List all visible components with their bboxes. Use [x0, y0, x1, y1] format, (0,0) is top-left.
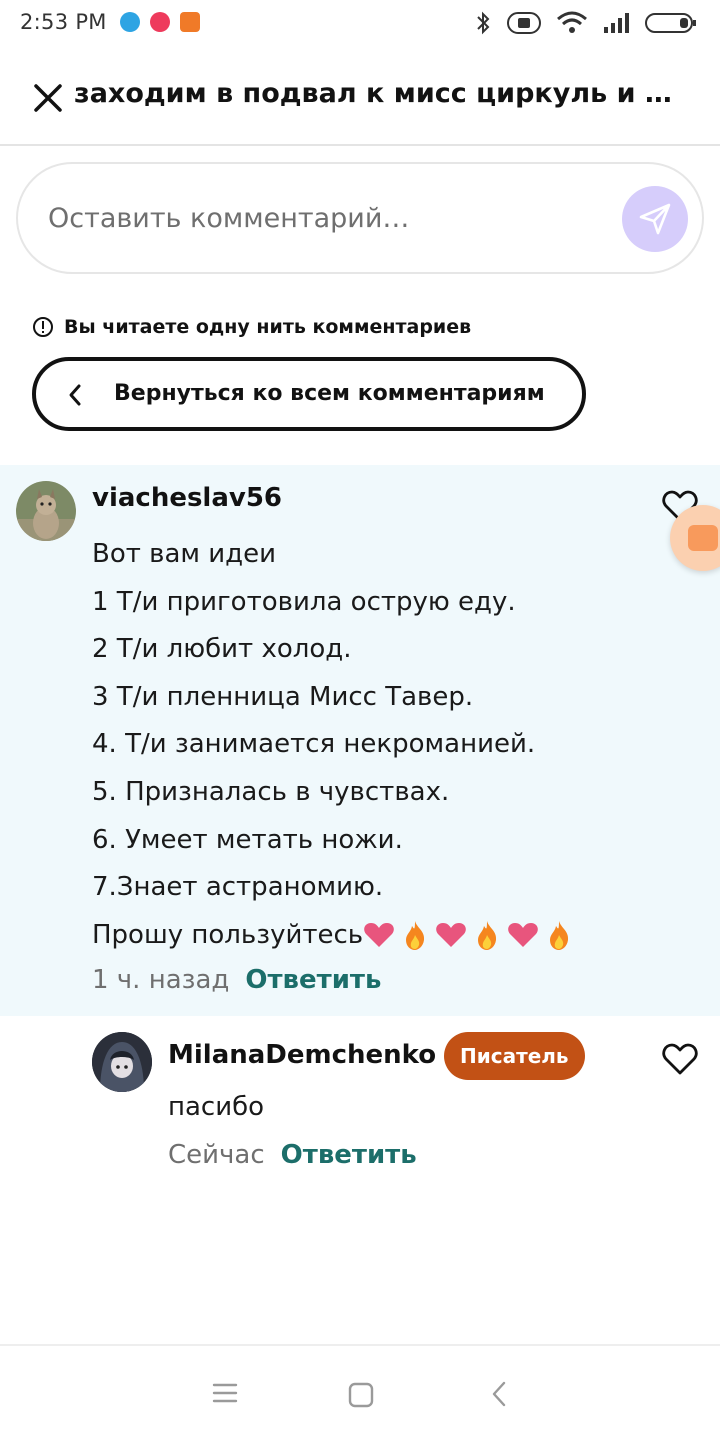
avatar[interactable]: [92, 1032, 152, 1092]
thread-info-text: Вы читаете одну нить комментариев: [64, 316, 472, 338]
emoji-row: [363, 919, 571, 951]
send-button[interactable]: [622, 186, 688, 252]
music-icon: [150, 12, 170, 32]
info-icon: [33, 317, 53, 337]
chevron-left-icon: [69, 384, 81, 406]
comment-meta: 1 ч. назад Ответить: [92, 965, 381, 995]
avatar[interactable]: [16, 481, 76, 541]
send-icon: [639, 203, 671, 235]
header: заходим в подвал к мисс циркуль и п…: [0, 48, 720, 146]
bluetooth-icon: [477, 11, 490, 35]
like-heart-icon[interactable]: [662, 1042, 698, 1076]
comment-line: 4. Т/и занимается некроманией.: [92, 729, 536, 760]
comment-input-box: [16, 162, 704, 274]
reply-time: Сейчас: [168, 1140, 265, 1170]
notification-icons: [120, 12, 200, 32]
main-comment: viacheslav56 Вот вам идеи 1 Т/и приготов…: [0, 465, 720, 1016]
comment-line: 3 Т/и пленница Мисс Тавер.: [92, 681, 474, 712]
close-icon: [34, 84, 62, 112]
status-bar: 2:53 PM: [0, 0, 720, 48]
hooded-figure-avatar-icon: [92, 1032, 152, 1092]
reply-meta: Сейчас Ответить: [168, 1140, 417, 1170]
system-icons: [474, 10, 698, 36]
system-nav-bar: [0, 1344, 720, 1440]
comment-time: 1 ч. назад: [92, 965, 230, 995]
comment-line: 5. Призналась в чувствах.: [92, 776, 450, 807]
comment-line-text: Прошу пользуйтесь: [92, 919, 364, 950]
home-square-icon[interactable]: [348, 1382, 374, 1408]
reply-text: пасибо: [168, 1092, 265, 1122]
writer-badge: Писатель: [444, 1032, 585, 1080]
status-time: 2:53 PM: [20, 10, 107, 34]
reply-button[interactable]: Ответить: [245, 965, 381, 995]
heart-emoji: [508, 923, 538, 948]
back-arrow-icon[interactable]: [488, 1380, 510, 1408]
menu-icon[interactable]: [212, 1382, 238, 1404]
fire-emoji: [550, 921, 569, 951]
comment-line-last: Прошу пользуйтесь: [92, 912, 692, 960]
comment-line: Вот вам идеи: [92, 539, 277, 569]
comment-line: 2 Т/и любит холод.: [92, 634, 352, 665]
comment-line: 6. Умеет метать ножи.: [92, 824, 403, 855]
ok-icon: [180, 12, 200, 32]
reply-comment: MilanaDemchenko Писатель пасибо Сейчас О…: [0, 1016, 720, 1196]
vibrate-icon: [507, 12, 541, 34]
comment-body: Вот вам идеи 1 Т/и приготовила острую ед…: [92, 531, 692, 959]
fire-emoji: [478, 921, 497, 951]
back-to-all-comments-button[interactable]: Вернуться ко всем комментариям: [32, 357, 586, 431]
signal-icon: [604, 13, 629, 33]
heart-emoji: [364, 923, 394, 948]
page-title: заходим в подвал к мисс циркуль и п…: [74, 78, 674, 109]
comment-username[interactable]: viacheslav56: [92, 483, 282, 513]
heart-emoji: [436, 923, 466, 948]
battery-icon: [645, 13, 696, 33]
close-button[interactable]: [30, 80, 66, 116]
wifi-icon: [557, 11, 587, 33]
lynx-avatar-icon: [16, 481, 76, 541]
comment-line: 1 Т/и приготовила острую еду.: [92, 586, 516, 617]
telegram-icon: [120, 12, 140, 32]
comment-input[interactable]: [48, 194, 608, 242]
thread-info: Вы читаете одну нить комментариев: [32, 316, 471, 338]
fire-emoji: [406, 921, 425, 951]
reply-username[interactable]: MilanaDemchenko: [168, 1040, 436, 1070]
reply-button[interactable]: Ответить: [281, 1140, 417, 1170]
back-button-label: Вернуться ко всем комментариям: [114, 381, 545, 406]
comment-line: 7.Знает астраномию.: [92, 872, 384, 903]
